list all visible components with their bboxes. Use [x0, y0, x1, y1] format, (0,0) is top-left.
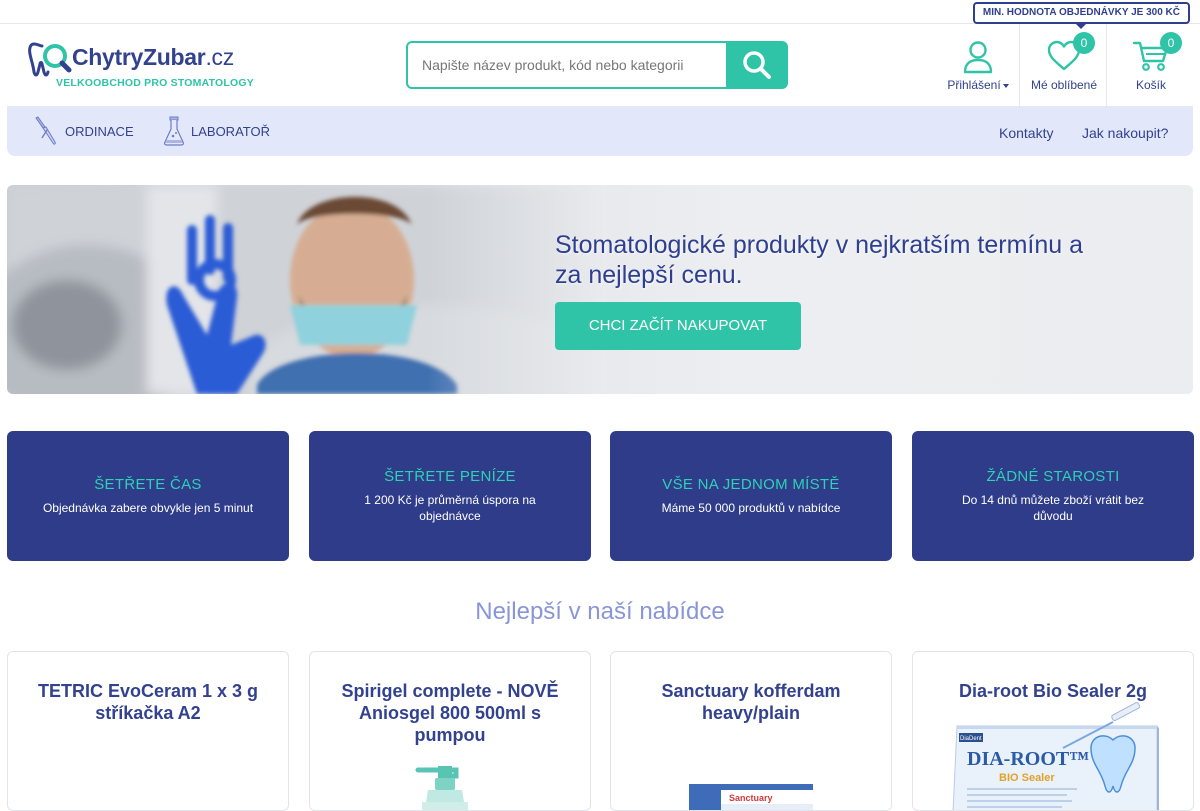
- feature-title: ŠETŘETE PENÍZE: [384, 468, 516, 485]
- product-name[interactable]: TETRIC EvoCeram 1 x 3 g stříkačka A2: [23, 680, 273, 724]
- feature-text: Máme 50 000 produktů v nabídce: [661, 501, 841, 515]
- nav-item-label: ORDINACE: [65, 123, 134, 139]
- cart-button[interactable]: 0 Košík: [1110, 30, 1192, 104]
- favorites-button[interactable]: 0 Mé oblíbené: [1023, 30, 1105, 104]
- feature-title: ŠETŘETE ČAS: [94, 476, 202, 493]
- feature-card: ŠETŘETE PENÍZE 1 200 Kč je průměrná úspo…: [309, 431, 591, 561]
- product-card[interactable]: Dia-root Bio Sealer 2g DiaDent DIA-ROOT™…: [912, 651, 1194, 811]
- feature-card: ŽÁDNÉ STAROSTI Do 14 dnů můžete zboží vr…: [912, 431, 1194, 561]
- feature-title: VŠE NA JEDNOM MÍSTĚ: [662, 476, 840, 493]
- section-title: Nejlepší v naší nabídce: [475, 598, 725, 625]
- site-logo[interactable]: ChytryZubar.cz VELKOOBCHOD PRO STOMATOLO…: [28, 40, 258, 92]
- product-image-kofferdam-box: Sanctuary: [689, 784, 813, 810]
- main-nav: ORDINACE LABORATOŘ Kontakty Jak nakoupit…: [7, 106, 1193, 156]
- feature-text: Do 14 dnů můžete zboží vrátit bez důvodu: [961, 493, 1145, 523]
- login-label-wrap: Přihlášení: [938, 78, 1018, 92]
- tooth-magnifier-icon: [28, 42, 72, 77]
- product-image-dia-root-box: DiaDent DIA-ROOT™ BIO Sealer: [952, 702, 1159, 810]
- feature-title: ŽÁDNÉ STAROSTI: [986, 468, 1120, 485]
- product-image-subtitle: BIO Sealer: [999, 772, 1055, 784]
- logo-name: ChytryZubar: [72, 44, 206, 70]
- feature-text: Objednávka zabere obvykle jen 5 minut: [42, 501, 254, 515]
- logo-tld: .cz: [205, 44, 234, 70]
- product-image-title: DIA-ROOT™: [967, 748, 1089, 770]
- dentist-photo: [7, 185, 607, 394]
- header-divider: [1019, 24, 1020, 106]
- nav-item-ordinace[interactable]: ORDINACE: [33, 106, 134, 156]
- header-divider: [1106, 24, 1107, 106]
- product-image-pump-bottle: [415, 766, 468, 810]
- search-bar: [406, 41, 788, 89]
- chevron-down-icon: [1002, 83, 1009, 88]
- product-image-label: Sanctuary: [729, 793, 773, 803]
- search-button[interactable]: [726, 41, 788, 89]
- cart-label: Košík: [1135, 78, 1166, 92]
- login-label: Přihlášení: [947, 78, 1001, 92]
- favorites-label: Mé oblíbené: [1030, 78, 1098, 92]
- user-icon: [963, 41, 993, 74]
- product-card[interactable]: Sanctuary kofferdam heavy/plain Sanctuar…: [610, 651, 892, 811]
- start-shopping-button[interactable]: CHCI ZAČÍT NAKUPOVAT: [555, 302, 801, 350]
- nav-link-jak-nakoupit[interactable]: Jak nakoupit?: [1082, 106, 1168, 156]
- min-order-notice: MIN. HODNOTA OBJEDNÁVKY JE 300 KČ: [972, 2, 1190, 29]
- hero-banner: Stomatologické produkty v nejkratším ter…: [7, 185, 1193, 394]
- product-card[interactable]: Spirigel complete - NOVĚ Aniosgel 800 50…: [309, 651, 591, 811]
- login-button[interactable]: Přihlášení: [938, 30, 1018, 104]
- product-image-brand: DiaDent: [960, 736, 982, 742]
- dental-tool-icon: [35, 116, 56, 145]
- search-input[interactable]: [406, 41, 728, 89]
- flask-icon: [164, 116, 184, 146]
- feature-card: ŠETŘETE ČAS Objednávka zabere obvykle je…: [7, 431, 289, 561]
- nav-link-kontakty[interactable]: Kontakty: [999, 106, 1053, 156]
- feature-text: 1 200 Kč je průměrná úspora na objednávc…: [364, 493, 536, 523]
- feature-card: VŠE NA JEDNOM MÍSTĚ Máme 50 000 produktů…: [610, 431, 892, 561]
- search-icon: [743, 51, 771, 79]
- hero-title: Stomatologické produkty v nejkratším ter…: [555, 231, 1084, 289]
- logo-tagline: VELKOOBCHOD PRO STOMATOLOGY: [56, 77, 254, 89]
- cart-count-badge: 0: [1160, 32, 1182, 54]
- nav-item-laborator[interactable]: LABORATOŘ: [163, 106, 270, 156]
- product-card[interactable]: TETRIC EvoCeram 1 x 3 g stříkačka A2: [7, 651, 289, 811]
- top-strip: MIN. HODNOTA OBJEDNÁVKY JE 300 KČ: [0, 0, 1200, 29]
- favorites-count-badge: 0: [1073, 32, 1095, 54]
- nav-item-label: LABORATOŘ: [191, 123, 270, 139]
- logo-wordmark: ChytryZubar.cz: [72, 44, 234, 71]
